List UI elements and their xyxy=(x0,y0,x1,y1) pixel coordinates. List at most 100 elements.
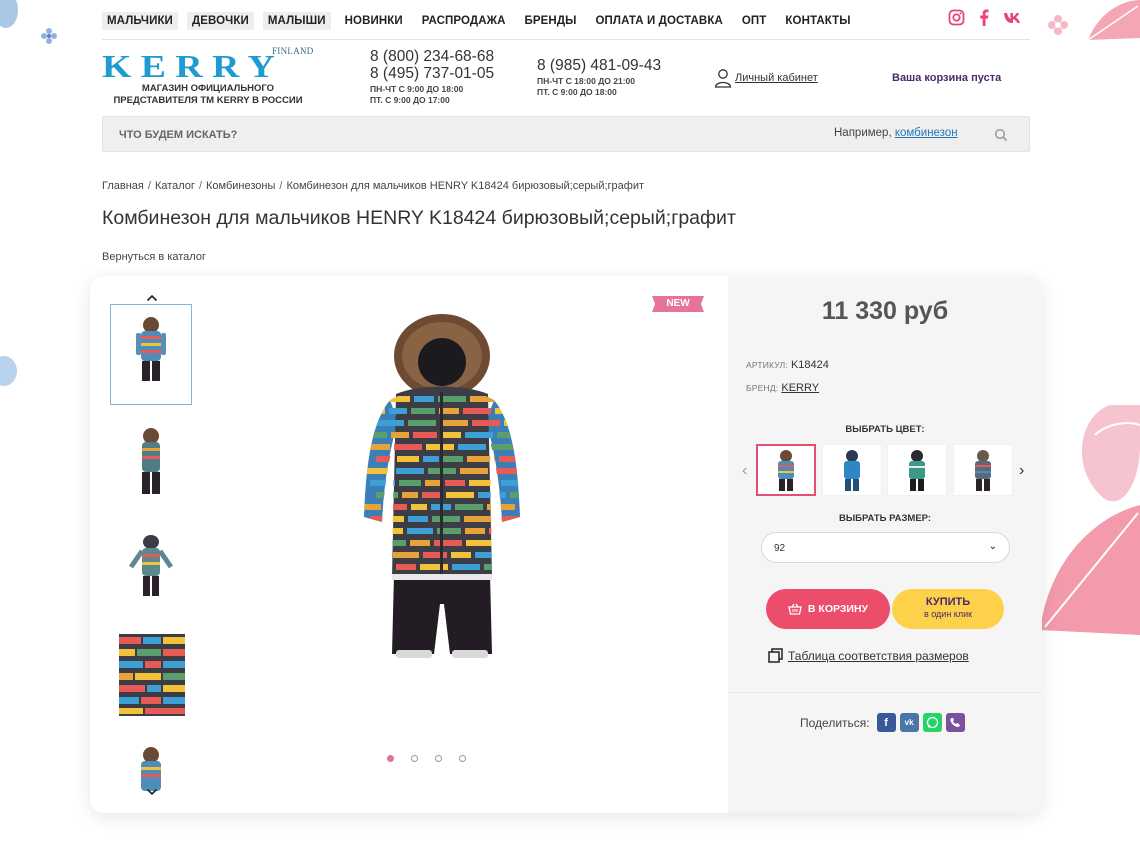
page-title: Комбинезон для мальчиков HENRY K18424 би… xyxy=(102,207,736,229)
breadcrumb-separator: / xyxy=(198,180,202,192)
size-table-label: Таблица соответствия размеров xyxy=(788,648,969,663)
brand-row: БРЕНД: KERRY xyxy=(746,382,819,394)
phone-block-evening: 8 (985) 481-09-43 ПН-ЧТ С 18:00 ДО 21:00… xyxy=(537,57,661,98)
size-label: ВЫБРАТЬ РАЗМЕР: xyxy=(838,513,932,524)
buy-one-click-button[interactable]: КУПИТЬ в один клик xyxy=(892,589,1004,629)
color-label: ВЫБРАТЬ ЦВЕТ: xyxy=(845,424,925,435)
top-navigation: МАЛЬЧИКИ ДЕВОЧКИ МАЛЫШИ НОВИНКИ РАСПРОДАЖА БР… xyxy=(102,11,1030,31)
phone-block-main: 8 (800) 234-68-68 8 (495) 737-01-05 ПН-Ч… xyxy=(370,48,494,106)
share-label: Поделиться: xyxy=(800,715,870,730)
search-icon[interactable] xyxy=(994,128,1008,142)
nav-item[interactable]: НОВИНКИ xyxy=(345,15,403,27)
color-swatch[interactable] xyxy=(887,444,947,496)
nav-item[interactable]: КОНТАКТЫ xyxy=(785,15,850,27)
basket-icon xyxy=(788,603,802,615)
instagram-icon[interactable] xyxy=(948,9,965,31)
working-hours-line: ПН-ЧТ С 9:00 ДО 18:00 xyxy=(370,84,464,94)
slider-dot[interactable] xyxy=(459,755,466,762)
copy-icon xyxy=(768,648,783,663)
decorative-flower xyxy=(41,28,57,44)
nav-item[interactable]: ОПЛАТА И ДОСТАВКА xyxy=(595,15,722,27)
personal-account-link[interactable]: Личный кабинет xyxy=(714,68,818,88)
search-input[interactable] xyxy=(119,126,539,144)
logo-subtitle: МАГАЗИН ОФИЦИАЛЬНОГО ПРЕДСТАВИТЕЛЯ ТМ KE… xyxy=(102,83,314,107)
color-swatch[interactable] xyxy=(953,444,1013,496)
article-row: АРТИКУЛ: K18424 xyxy=(746,359,829,371)
product-main-photo[interactable] xyxy=(360,312,524,668)
whatsapp-share-icon[interactable] xyxy=(922,713,942,732)
chevron-left-icon[interactable]: ‹ xyxy=(742,462,747,480)
facebook-icon[interactable] xyxy=(979,9,989,31)
vk-share-icon[interactable]: vk xyxy=(899,713,919,732)
breadcrumb-item-current: Комбинезон для мальчиков HENRY K18424 би… xyxy=(286,180,645,192)
size-table-link[interactable]: Таблица соответствия размеров xyxy=(768,648,969,663)
personal-account-label: Личный кабинет xyxy=(735,72,818,84)
breadcrumb-item-category[interactable]: Комбинезоны xyxy=(206,180,275,192)
decorative-blob xyxy=(0,0,18,28)
thumbnail-side[interactable] xyxy=(110,415,192,516)
brand-label: БРЕНД: xyxy=(746,383,779,393)
chevron-down-icon: ⌄ xyxy=(988,541,997,552)
breadcrumb: Главная / Каталог / Комбинезоны / Комбинезон д… xyxy=(102,180,644,192)
add-to-cart-label: В КОРЗИНУ xyxy=(807,603,869,615)
nav-item[interactable]: МАЛЬЧИКИ xyxy=(102,12,178,30)
nav-item[interactable]: РАСПРОДАЖА xyxy=(422,15,506,27)
decorative-flower xyxy=(1048,15,1068,35)
phone-number[interactable]: 8 (495) 737-01-05 xyxy=(370,65,494,82)
working-hours-line: ПТ. С 9:00 ДО 18:00 xyxy=(537,87,617,97)
chevron-down-icon[interactable] xyxy=(146,788,158,796)
nav-item[interactable]: ОПТ xyxy=(742,15,767,27)
color-swatch[interactable] xyxy=(756,444,816,496)
article-value: K18424 xyxy=(790,359,829,371)
working-hours: ПН-ЧТ С 9:00 ДО 18:00 ПТ. С 9:00 ДО 17:0… xyxy=(370,84,494,106)
vk-icon[interactable] xyxy=(1003,11,1021,29)
product-price: 11 330 руб xyxy=(821,297,949,325)
slider-dot[interactable] xyxy=(387,755,394,762)
slider-dots xyxy=(387,755,483,762)
working-hours: ПН-ЧТ С 18:00 ДО 21:00 ПТ. С 9:00 ДО 18:… xyxy=(537,76,661,98)
thumbnail-back[interactable] xyxy=(110,522,192,623)
buy-one-click-label: КУПИТЬ xyxy=(925,596,971,608)
nav-item[interactable]: БРЕНДЫ xyxy=(525,15,577,27)
color-swatch[interactable] xyxy=(822,444,882,496)
decorative-blob xyxy=(0,356,17,386)
size-select[interactable]: 92 ⌄ xyxy=(761,532,1010,563)
breadcrumb-item-catalog[interactable]: Каталог xyxy=(155,180,195,192)
phone-number[interactable]: 8 (800) 234-68-68 xyxy=(370,48,494,65)
product-card: NEW 11 330 руб АРТИКУЛ: K18424 БРЕНД: KERR… xyxy=(90,276,1042,813)
breadcrumb-separator: / xyxy=(279,180,283,192)
brand-link[interactable]: KERRY xyxy=(781,382,819,394)
slider-dot[interactable] xyxy=(435,755,442,762)
add-to-cart-button[interactable]: В КОРЗИНУ xyxy=(766,589,890,629)
chevron-right-icon[interactable]: › xyxy=(1019,462,1024,480)
logo-subtitle-line-1: МАГАЗИН ОФИЦИАЛЬНОГО xyxy=(141,83,275,94)
article-label: АРТИКУЛ: xyxy=(746,360,788,370)
thumbnail-front[interactable] xyxy=(110,304,192,405)
header-divider xyxy=(102,39,1030,40)
panel-divider xyxy=(728,692,1042,693)
buy-one-click-sublabel: в один клик xyxy=(923,609,973,619)
breadcrumb-separator: / xyxy=(147,180,151,192)
social-links xyxy=(948,9,1035,31)
user-icon xyxy=(714,69,732,88)
new-badge: NEW xyxy=(652,296,704,312)
viber-share-icon[interactable] xyxy=(945,713,965,732)
slider-dot[interactable] xyxy=(411,755,418,762)
chevron-up-icon[interactable] xyxy=(146,294,158,302)
back-to-catalog-link[interactable]: Вернуться в каталог xyxy=(102,251,206,263)
decorative-leaf xyxy=(1087,0,1140,41)
search-bar: Например, комбинезон xyxy=(102,116,1030,152)
logo-wordmark: KERRY xyxy=(102,48,285,84)
size-select-value: 92 xyxy=(774,543,786,554)
nav-item[interactable]: ДЕВОЧКИ xyxy=(186,12,254,30)
search-hint: Например, комбинезон xyxy=(834,127,958,139)
logo[interactable]: FINLAND KERRY МАГАЗИН ОФИЦИАЛЬНОГО ПРЕДС… xyxy=(102,46,317,108)
breadcrumb-item-home[interactable]: Главная xyxy=(102,180,144,192)
working-hours-line: ПН-ЧТ С 18:00 ДО 21:00 xyxy=(537,76,635,86)
cart-status[interactable]: Ваша корзина пуста xyxy=(892,72,1001,84)
facebook-share-icon[interactable]: f xyxy=(876,713,896,732)
thumbnail-fabric[interactable] xyxy=(110,630,192,731)
phone-number[interactable]: 8 (985) 481-09-43 xyxy=(537,57,661,74)
nav-item[interactable]: МАЛЫШИ xyxy=(262,12,331,30)
search-hint-link[interactable]: комбинезон xyxy=(895,127,958,139)
